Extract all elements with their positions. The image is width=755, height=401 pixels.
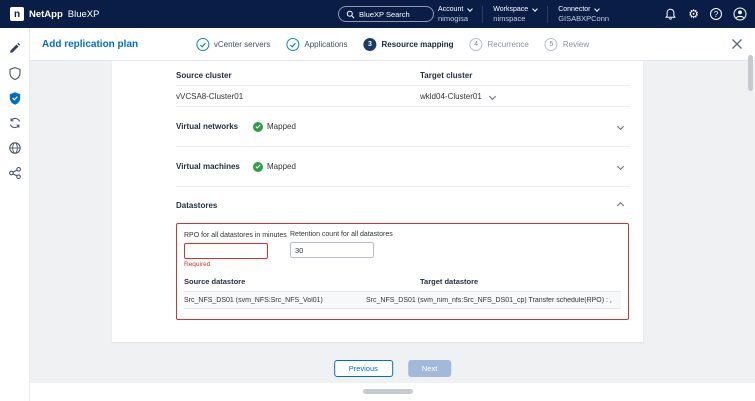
- connector-label: Connector: [558, 6, 590, 13]
- mapped-status: Mapped: [267, 162, 296, 171]
- vertical-scrollbar[interactable]: [748, 55, 753, 91]
- required-message: Required: [184, 261, 290, 268]
- step-review[interactable]: 5 Review: [545, 38, 589, 51]
- workspace-value: nimspace: [493, 14, 537, 23]
- chevron-down-icon: [532, 6, 538, 12]
- datastores-error-panel: RPO for all datastores in minutes Requir…: [176, 223, 629, 320]
- bluexp-search[interactable]: BlueXP Search: [338, 6, 434, 22]
- source-datastore-header: Source datastore: [184, 277, 420, 286]
- chevron-down-icon: [595, 6, 601, 12]
- datastores-section[interactable]: Datastores: [176, 187, 629, 223]
- step-done-icon: [286, 38, 299, 51]
- step-label: vCenter servers: [214, 40, 270, 49]
- topbar: n NetApp BlueXP BlueXP Search Account ni…: [0, 0, 755, 28]
- mapped-check-icon: [253, 122, 263, 132]
- step-done-icon: [196, 38, 209, 51]
- source-cluster-value: vVCSA8-Cluster01: [176, 92, 243, 101]
- datastore-table: Source datastore Target datastore Src_NF…: [184, 277, 621, 309]
- step-applications[interactable]: Applications: [286, 38, 347, 51]
- sharing-icon[interactable]: [7, 165, 22, 180]
- bell-icon[interactable]: [664, 8, 677, 21]
- wizard-content: Source cluster Target cluster vVCSA8-Clu…: [30, 61, 755, 401]
- bottom-strip: [30, 383, 755, 401]
- step-label: Applications: [304, 40, 347, 49]
- left-nav: [0, 28, 30, 401]
- target-cluster-value: wkld04-Cluster01: [420, 92, 482, 101]
- brand-product: BlueXP: [68, 9, 100, 20]
- step-label: Recurrence: [488, 40, 529, 49]
- retention-input[interactable]: [290, 242, 374, 258]
- workspace-label: Workspace: [493, 6, 528, 13]
- chevron-down-icon[interactable]: [617, 163, 624, 170]
- account-value: nimogisa: [438, 14, 472, 23]
- horizontal-scrollbar[interactable]: [363, 389, 413, 394]
- section-label: Datastores: [176, 201, 253, 210]
- topbar-icons: [664, 0, 747, 28]
- step-vcenter-servers[interactable]: vCenter servers: [196, 38, 270, 51]
- connector-value: GISABXPConn: [558, 14, 609, 23]
- step-recurrence[interactable]: 4 Recurrence: [470, 38, 529, 51]
- chevron-down-icon: [467, 6, 473, 12]
- health-shield-icon[interactable]: [7, 65, 22, 80]
- close-icon[interactable]: [731, 38, 743, 50]
- wizard-header: Add replication plan vCenter servers App…: [30, 28, 755, 61]
- step-resource-mapping[interactable]: 3 Resource mapping: [364, 38, 454, 51]
- chevron-up-icon[interactable]: [617, 201, 624, 208]
- wizard-footer: Previous Next: [334, 360, 452, 377]
- search-icon: [346, 10, 355, 19]
- section-label: Virtual machines: [176, 162, 253, 171]
- section-label: Virtual networks: [176, 122, 253, 131]
- help-icon[interactable]: [710, 8, 722, 20]
- previous-button[interactable]: Previous: [334, 360, 393, 377]
- step-number: 4: [470, 38, 483, 51]
- chevron-down-icon[interactable]: [617, 123, 624, 130]
- page-title: Add replication plan: [42, 28, 138, 61]
- search-label: BlueXP Search: [359, 10, 410, 19]
- mapped-check-icon: [253, 162, 263, 172]
- gear-icon[interactable]: [688, 5, 699, 23]
- user-icon[interactable]: [733, 7, 747, 21]
- account-menu[interactable]: Account nimogisa: [428, 6, 482, 23]
- target-cluster-select[interactable]: wkld04-Cluster01: [420, 92, 629, 101]
- target-datastore-cell: Src_NFS_DS01 (svm_nim_nfs:Src_NFS_DS01_c…: [366, 297, 621, 304]
- wizard-steps: vCenter servers Applications 3 Resource …: [196, 28, 589, 61]
- source-datastore-cell: Src_NFS_DS01 (svm_NFS:Src_NFS_Vol01): [184, 297, 366, 304]
- retention-label: Retention count for all datastores: [290, 231, 393, 238]
- virtual-machines-section[interactable]: Virtual machines Mapped: [176, 147, 629, 187]
- workspace-menu[interactable]: Workspace nimspace: [482, 6, 547, 23]
- resource-mapping-card: Source cluster Target cluster vVCSA8-Clu…: [112, 61, 643, 342]
- account-label: Account: [438, 6, 463, 13]
- virtual-networks-section[interactable]: Virtual networks Mapped: [176, 107, 629, 147]
- step-number: 3: [364, 38, 377, 51]
- netapp-logo-icon: n: [10, 7, 24, 21]
- mapped-status: Mapped: [267, 122, 296, 131]
- target-datastore-header: Target datastore: [420, 277, 621, 286]
- step-label: Resource mapping: [382, 40, 454, 49]
- extensions-globe-icon[interactable]: [7, 140, 22, 155]
- connector-menu[interactable]: Connector GISABXPConn: [547, 6, 619, 23]
- step-number: 5: [545, 38, 558, 51]
- next-button[interactable]: Next: [408, 360, 451, 377]
- topbar-menus: Account nimogisa Workspace nimspace Conn…: [428, 0, 619, 28]
- rpo-label: RPO for all datastores in minutes: [184, 232, 287, 239]
- mobility-sync-icon[interactable]: [7, 115, 22, 130]
- brand: n NetApp BlueXP: [10, 0, 99, 28]
- protection-shield-icon[interactable]: [7, 90, 22, 105]
- source-cluster-header: Source cluster: [176, 61, 420, 85]
- table-row[interactable]: Src_NFS_DS01 (svm_NFS:Src_NFS_Vol01) Src…: [184, 291, 621, 309]
- rpo-input[interactable]: [184, 243, 268, 259]
- step-label: Review: [563, 40, 589, 49]
- target-cluster-header: Target cluster: [420, 61, 629, 85]
- chevron-down-icon: [489, 92, 496, 99]
- canvas-icon[interactable]: [7, 40, 22, 55]
- brand-name: NetApp: [29, 9, 63, 20]
